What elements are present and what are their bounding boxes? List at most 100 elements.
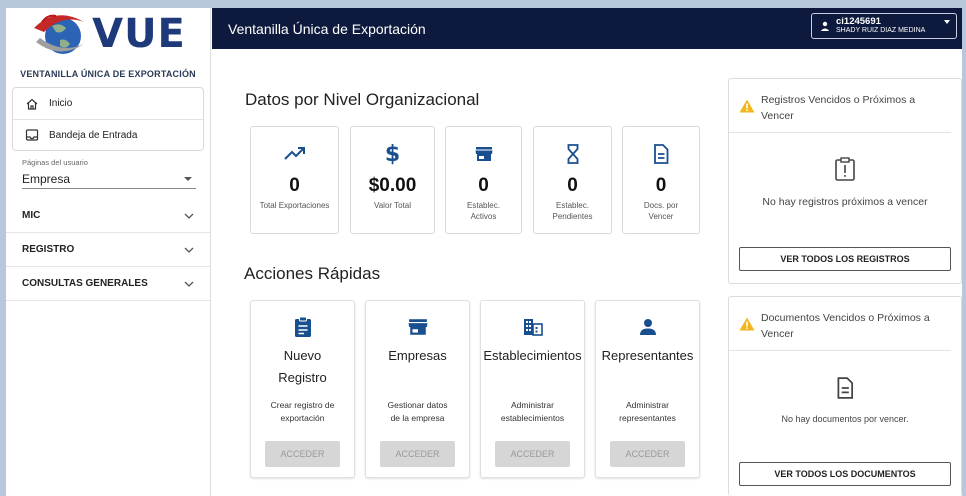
action-description-line: Gestionar datos <box>387 400 448 410</box>
panel-empty-message: No hay documentos por vencer. <box>781 414 909 424</box>
hourglass-icon <box>534 141 611 167</box>
primary-nav: Inicio Bandeja de Entrada <box>12 87 204 151</box>
person-icon <box>596 315 699 339</box>
registros-panel: Registros Vencidos o Próximos a Vencer N… <box>728 78 962 284</box>
acceder-button[interactable]: ACCEDER <box>265 441 340 467</box>
document-icon <box>837 377 854 399</box>
app-subtitle: VENTANILLA ÚNICA DE EXPORTACIÓN <box>20 69 196 79</box>
acceder-button[interactable]: ACCEDER <box>495 441 570 467</box>
pages-select-value: Empresa <box>22 171 71 186</box>
window-frame-right <box>962 0 966 496</box>
ver-todos-documentos-button[interactable]: VER TODOS LOS DOCUMENTOS <box>739 462 951 486</box>
action-description-line: Administrar <box>511 400 554 410</box>
menu-group-label: CONSULTAS GENERALES <box>22 278 148 289</box>
stats-section-title: Datos por Nivel Organizacional <box>245 90 480 109</box>
pages-select-label: Páginas del usuario <box>22 158 88 167</box>
trending-up-icon <box>251 141 338 167</box>
stat-card-activos: 0 Establec. Activos <box>445 126 522 234</box>
nav-item-label: Bandeja de Entrada <box>49 129 138 141</box>
store-icon <box>366 315 469 339</box>
action-card-representantes[interactable]: Representantes Administrar representante… <box>595 300 700 478</box>
action-card-empresas[interactable]: Empresas Gestionar datos de la empresa A… <box>365 300 470 478</box>
action-title: Establecimientos <box>483 348 582 363</box>
action-description: Administrar establecimientos <box>481 399 584 425</box>
action-card-nuevo-registro[interactable]: Nuevo Registro Crear registro de exporta… <box>250 300 355 478</box>
action-description: Gestionar datos de la empresa <box>366 399 469 425</box>
sidebar: VUE VENTANILLA ÚNICA DE EXPORTACIÓN Inic… <box>6 8 211 496</box>
action-title: Nuevo <box>283 348 322 363</box>
stat-card-exportaciones: 0 Total Exportaciones <box>250 126 339 234</box>
inbox-icon <box>25 128 39 142</box>
actions-section-title: Acciones Rápidas <box>244 264 381 283</box>
stat-label: Establec. Activos <box>467 201 500 221</box>
stat-label: Total Exportaciones <box>259 201 330 210</box>
acceder-button[interactable]: ACCEDER <box>380 441 455 467</box>
action-description-line: de la empresa <box>390 412 445 423</box>
stat-value: 0 <box>478 175 489 196</box>
globe-logo-icon <box>34 14 85 54</box>
panel-empty-message: No hay registros próximos a vencer <box>762 196 928 208</box>
panel-title: Documentos Vencidos o Próximos a Vencer <box>761 312 930 340</box>
action-description-line: exportación <box>280 412 325 423</box>
menu-group-registro[interactable]: REGISTRO <box>6 233 210 267</box>
window-frame-top <box>0 0 966 8</box>
acceder-button[interactable]: ACCEDER <box>610 441 685 467</box>
user-name: SHADY RUIZ DIAZ MEDINA <box>836 27 926 35</box>
menu-group-label: REGISTRO <box>22 244 75 255</box>
vue-logo[interactable]: VUE <box>6 8 210 60</box>
documentos-panel: Documentos Vencidos o Próximos a Vencer … <box>728 296 962 496</box>
caret-down-icon <box>184 176 192 181</box>
action-description-line: representantes <box>619 412 676 423</box>
chevron-down-icon <box>184 213 194 219</box>
nav-item-inicio[interactable]: Inicio <box>13 88 203 119</box>
warning-icon <box>739 317 755 331</box>
stat-label: Valor Total <box>373 201 412 210</box>
user-menu-button[interactable]: ci1245691 SHADY RUIZ DIAZ MEDINA <box>811 13 957 39</box>
action-card-establecimientos[interactable]: Establecimientos Administrar establecimi… <box>480 300 585 478</box>
stat-value: 0 <box>567 175 578 196</box>
top-header: Ventanilla Única de Exportación ci124569… <box>212 8 962 49</box>
action-description: Crear registro de exportación <box>251 399 354 425</box>
ver-todos-registros-button[interactable]: VER TODOS LOS REGISTROS <box>739 247 951 271</box>
panel-header: Documentos Vencidos o Próximos a Vencer <box>729 297 951 351</box>
nav-item-bandeja[interactable]: Bandeja de Entrada <box>13 119 203 150</box>
action-title: Representantes <box>601 348 694 363</box>
stat-label: Docs. por Vencer <box>643 201 679 221</box>
store-icon <box>446 141 521 167</box>
building-icon <box>481 315 584 339</box>
dollar-icon: $ <box>384 141 401 167</box>
stat-label: Establec. Pendientes <box>552 201 593 221</box>
menu-group-consultas[interactable]: CONSULTAS GENERALES <box>6 267 210 301</box>
home-icon <box>25 97 39 111</box>
document-icon <box>623 141 699 167</box>
user-icon <box>820 21 830 31</box>
panel-title: Registros Vencidos o Próximos a Vencer <box>761 94 916 122</box>
chevron-down-icon <box>184 247 194 253</box>
menu-group-mic[interactable]: MIC <box>6 199 210 233</box>
action-title: Registro <box>278 370 327 385</box>
panel-header: Registros Vencidos o Próximos a Vencer <box>729 79 951 133</box>
stat-card-docs: 0 Docs. por Vencer <box>622 126 700 234</box>
pages-select[interactable]: Empresa <box>22 169 196 189</box>
menu-group-label: MIC <box>22 210 41 221</box>
chevron-down-icon <box>184 281 194 287</box>
panel-body: No hay registros próximos a vencer <box>729 133 961 208</box>
clipboard-icon <box>251 315 354 339</box>
warning-icon <box>739 99 755 113</box>
stat-card-valor: $ $0.00 Valor Total <box>350 126 435 234</box>
action-title: Empresas <box>388 348 447 363</box>
action-description-line: Crear registro de <box>270 400 335 410</box>
stat-value: 0 <box>655 175 667 196</box>
caret-down-icon <box>944 20 950 24</box>
stat-card-pendientes: 0 Establec. Pendientes <box>533 126 612 234</box>
action-description: Administrar representantes <box>596 399 699 425</box>
clipboard-alert-icon <box>835 157 855 181</box>
stat-value: 0 <box>289 175 300 196</box>
logo-text: VUE <box>92 11 186 57</box>
user-id: ci1245691 <box>836 16 881 28</box>
action-description-line: establecimientos <box>500 412 565 423</box>
nav-item-label: Inicio <box>49 98 73 109</box>
panel-body: No hay documentos por vencer. <box>729 351 961 424</box>
header-title: Ventanilla Única de Exportación <box>228 20 426 37</box>
stat-value: $0.00 <box>368 175 417 196</box>
